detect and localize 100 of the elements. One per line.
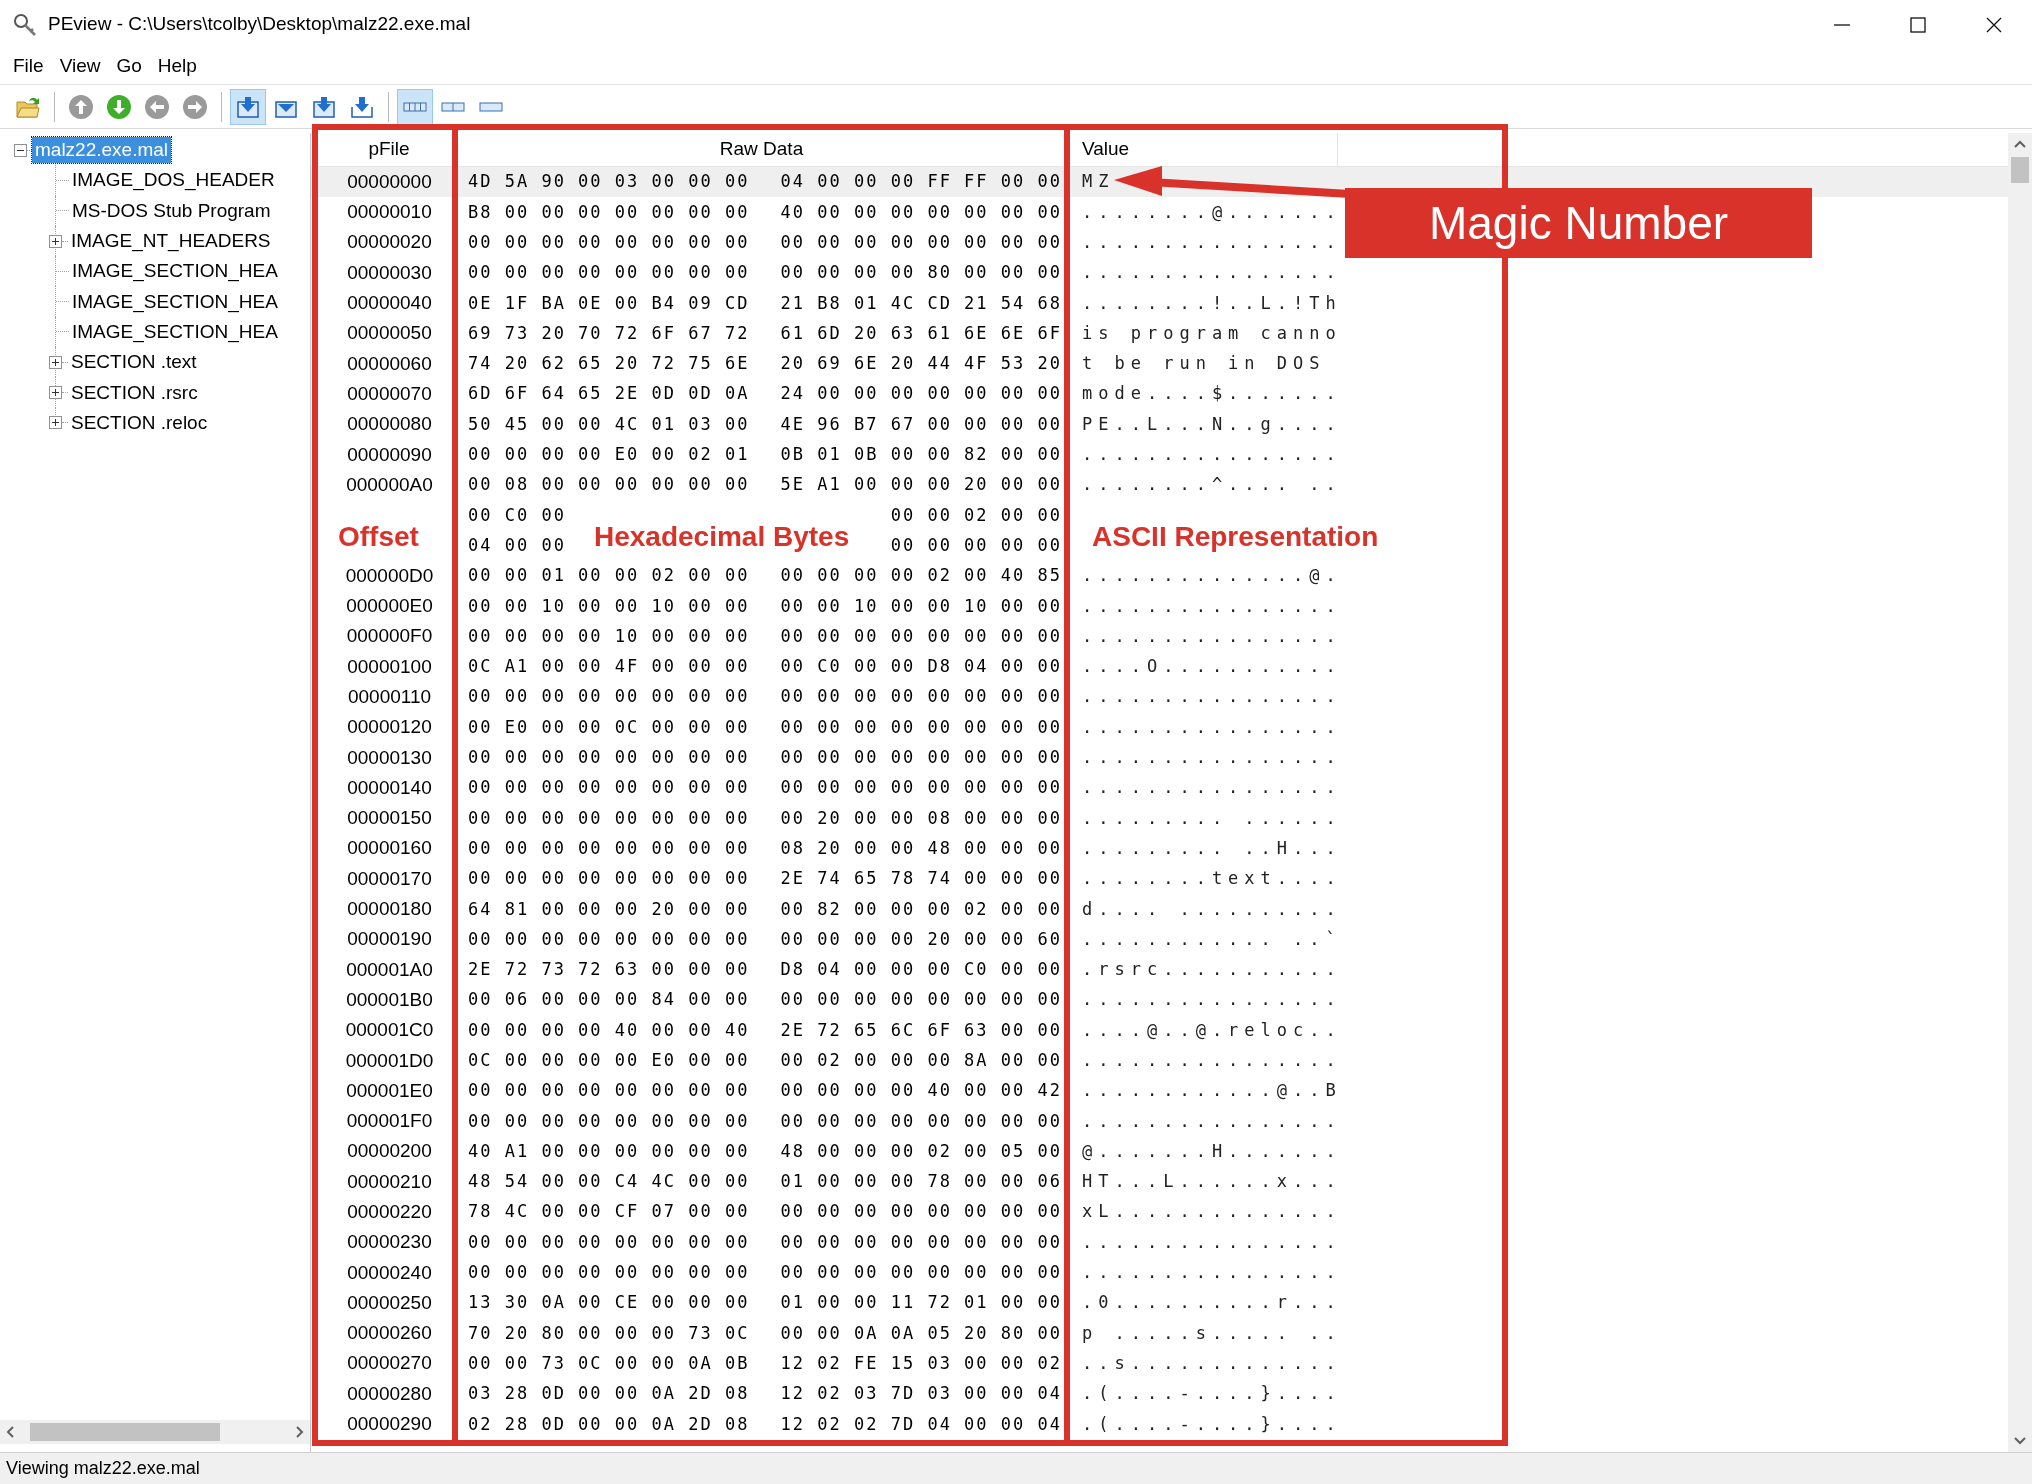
tree-item[interactable]: SECTION .reloc [68,409,211,436]
hex-bytes: 40 00 00 00 00 00 00 00 [780,200,1062,224]
ascii-text: ................ [1082,715,1342,739]
expand-icon[interactable] [49,386,62,399]
hex-bytes: 00 00 0A 0A 05 20 80 00 [780,1321,1062,1345]
ascii-text: is program canno [1082,321,1342,345]
hex-bytes: 00 00 00 00 10 00 00 00 [468,624,750,648]
hex-bytes: 00 06 00 00 00 84 00 00 [468,988,750,1012]
hex-bytes: 12 02 03 7D 03 00 00 04 [780,1382,1062,1406]
hex-bytes: 00 00 00 00 00 00 00 00 [468,867,750,891]
collapse-icon[interactable] [14,143,27,157]
hex-bytes: 00 00 00 00 00 [890,533,1062,557]
hex-bytes: 21 B8 01 4C CD 21 54 68 [780,291,1062,315]
offset-text: 000000A0 [346,472,433,497]
hex-bytes: 01 00 00 00 78 00 00 06 [780,1170,1062,1194]
hex-bytes: 69 73 20 70 72 6F 67 72 [468,321,750,345]
offset-text: 00000030 [347,260,432,285]
hex-bytes: 13 30 0A 00 CE 00 00 00 [468,1291,750,1315]
scrollbar-thumb[interactable] [2011,157,2029,183]
hex-bytes: 00 00 00 00 00 00 00 00 [468,1230,750,1254]
tree-item[interactable]: SECTION .rsrc [68,379,201,406]
hex-bytes: 00 00 00 00 20 00 00 60 [780,927,1062,951]
horizontal-scrollbar[interactable] [0,1420,310,1444]
hex-bytes: 00 00 00 00 00 00 00 00 [780,1109,1062,1133]
hex-bytes: 4D 5A 90 00 03 00 00 00 [468,170,750,194]
tree-item[interactable]: IMAGE_SECTION_HEA [69,258,281,285]
ascii-text: ................ [1082,1049,1342,1072]
hex-bytes: 64 81 00 00 00 20 00 00 [468,897,750,921]
hex-bytes: 2E 74 65 78 74 00 00 00 [780,867,1062,891]
ascii-text: ................ [1082,443,1342,467]
hex-bytes: 50 45 00 00 4C 01 03 00 [468,412,750,436]
menu-item[interactable]: View [52,52,108,81]
hex-bytes: 00 82 00 00 00 02 00 00 [780,897,1062,921]
ascii-text: PE..L...N..g.... [1082,412,1342,436]
hex-bytes: 48 00 00 00 02 00 05 00 [780,1139,1062,1163]
ascii-text: ........^.... .. [1082,473,1342,497]
column-header[interactable]: Value [1068,133,1338,166]
column-header[interactable]: pFile [311,133,456,166]
close-icon [1985,15,2003,34]
menu-item[interactable]: Help [150,52,204,81]
ascii-text: ................ [1082,1109,1342,1133]
tree-item[interactable]: SECTION .text [68,349,200,376]
column-header[interactable]: Raw Data [456,133,1068,166]
tree-item[interactable]: IMAGE_SECTION_HEA [69,318,281,345]
offset-text: 00000210 [347,1169,432,1194]
expand-icon[interactable] [49,416,62,430]
toolbar-button[interactable] [230,88,266,125]
hex-bytes: 00 00 00 00 00 00 00 00 [780,776,1062,800]
offset-text: 00000200 [347,1139,432,1164]
offset-text: 00000070 [347,381,432,406]
tree-item[interactable]: IMAGE_SECTION_HEA [69,288,281,315]
menu-item[interactable]: Go [109,52,149,81]
offset-text: 00000060 [347,351,432,376]
ascii-text: ................ [1082,685,1342,709]
hex-bytes: 00 00 00 00 00 00 00 00 [468,231,750,254]
ascii-text: t be run in DOS [1082,352,1327,376]
offset-text: 00000280 [347,1381,432,1406]
offset-text: 000001D0 [345,1048,434,1073]
hex-bytes: 0E 1F BA 0E 00 B4 09 CD [468,291,750,315]
offset-text: 00000290 [347,1412,432,1437]
window-title: PEview - C:\Users\tcolby\Desktop\malz22.exe.mal [48,12,471,37]
vertical-scrollbar[interactable] [2008,133,2032,1452]
columns-icon [403,99,427,114]
hex-bytes: 00 00 00 00 00 00 00 00 [468,776,750,800]
hex-bytes: 00 E0 00 00 0C 00 00 00 [468,715,750,739]
offset-text: 00000230 [347,1230,432,1255]
hex-bytes: 00 C0 00 00 D8 04 00 00 [780,655,1062,679]
offset-text: 00000100 [347,654,432,679]
tree-item[interactable]: IMAGE_NT_HEADERS [68,228,274,255]
expand-icon[interactable] [49,355,62,369]
hex-bytes: 2E 72 65 6C 6F 63 00 00 [780,1018,1062,1042]
offset-text: 00000270 [347,1351,432,1376]
offset-text: 000001C0 [345,1018,434,1043]
hex-bytes: 04 00 00 [468,533,566,557]
hex-bytes: 00 00 00 00 00 00 00 00 [468,1261,750,1285]
minimize-icon [1834,23,1850,26]
ascii-text: ................ [1082,261,1342,285]
offset-text: 000000D0 [345,563,434,588]
hex-bytes: 00 08 00 00 00 00 00 00 [468,473,750,497]
expand-icon[interactable] [49,234,62,248]
hex-bytes: 00 C0 00 [468,503,566,527]
hex-bytes: 03 28 0D 00 00 0A 2D 08 [468,1382,750,1406]
offset-text: 000000E0 [346,594,433,619]
ascii-text: ....O........... [1082,655,1342,679]
menu-item[interactable]: File [6,52,51,81]
hex-bytes: 04 00 00 00 FF FF 00 00 [780,170,1062,194]
scrollbar-thumb[interactable] [30,1423,220,1441]
ascii-text: d.... .......... [1082,897,1342,921]
hex-bytes: 00 00 00 00 00 00 00 00 [468,927,750,951]
hex-bytes: 00 00 00 00 40 00 00 40 [468,1018,750,1042]
hex-bytes: 61 6D 20 63 61 6E 6E 6F [780,321,1062,345]
tree-item[interactable]: MS-DOS Stub Program [69,197,274,224]
hex-bytes: 12 02 FE 15 03 00 00 02 [780,1351,1062,1375]
ascii-text: .(....-....}.... [1082,1412,1342,1436]
tree-item[interactable]: IMAGE_DOS_HEADER [69,167,278,194]
toolbar-button[interactable] [397,88,433,125]
hex-bytes: 00 00 00 00 00 00 00 00 [780,685,1062,709]
ascii-text: ................ [1082,988,1342,1012]
hex-bytes: 00 00 00 00 00 00 00 00 [780,1200,1062,1224]
offset-text: 000001E0 [346,1078,433,1103]
